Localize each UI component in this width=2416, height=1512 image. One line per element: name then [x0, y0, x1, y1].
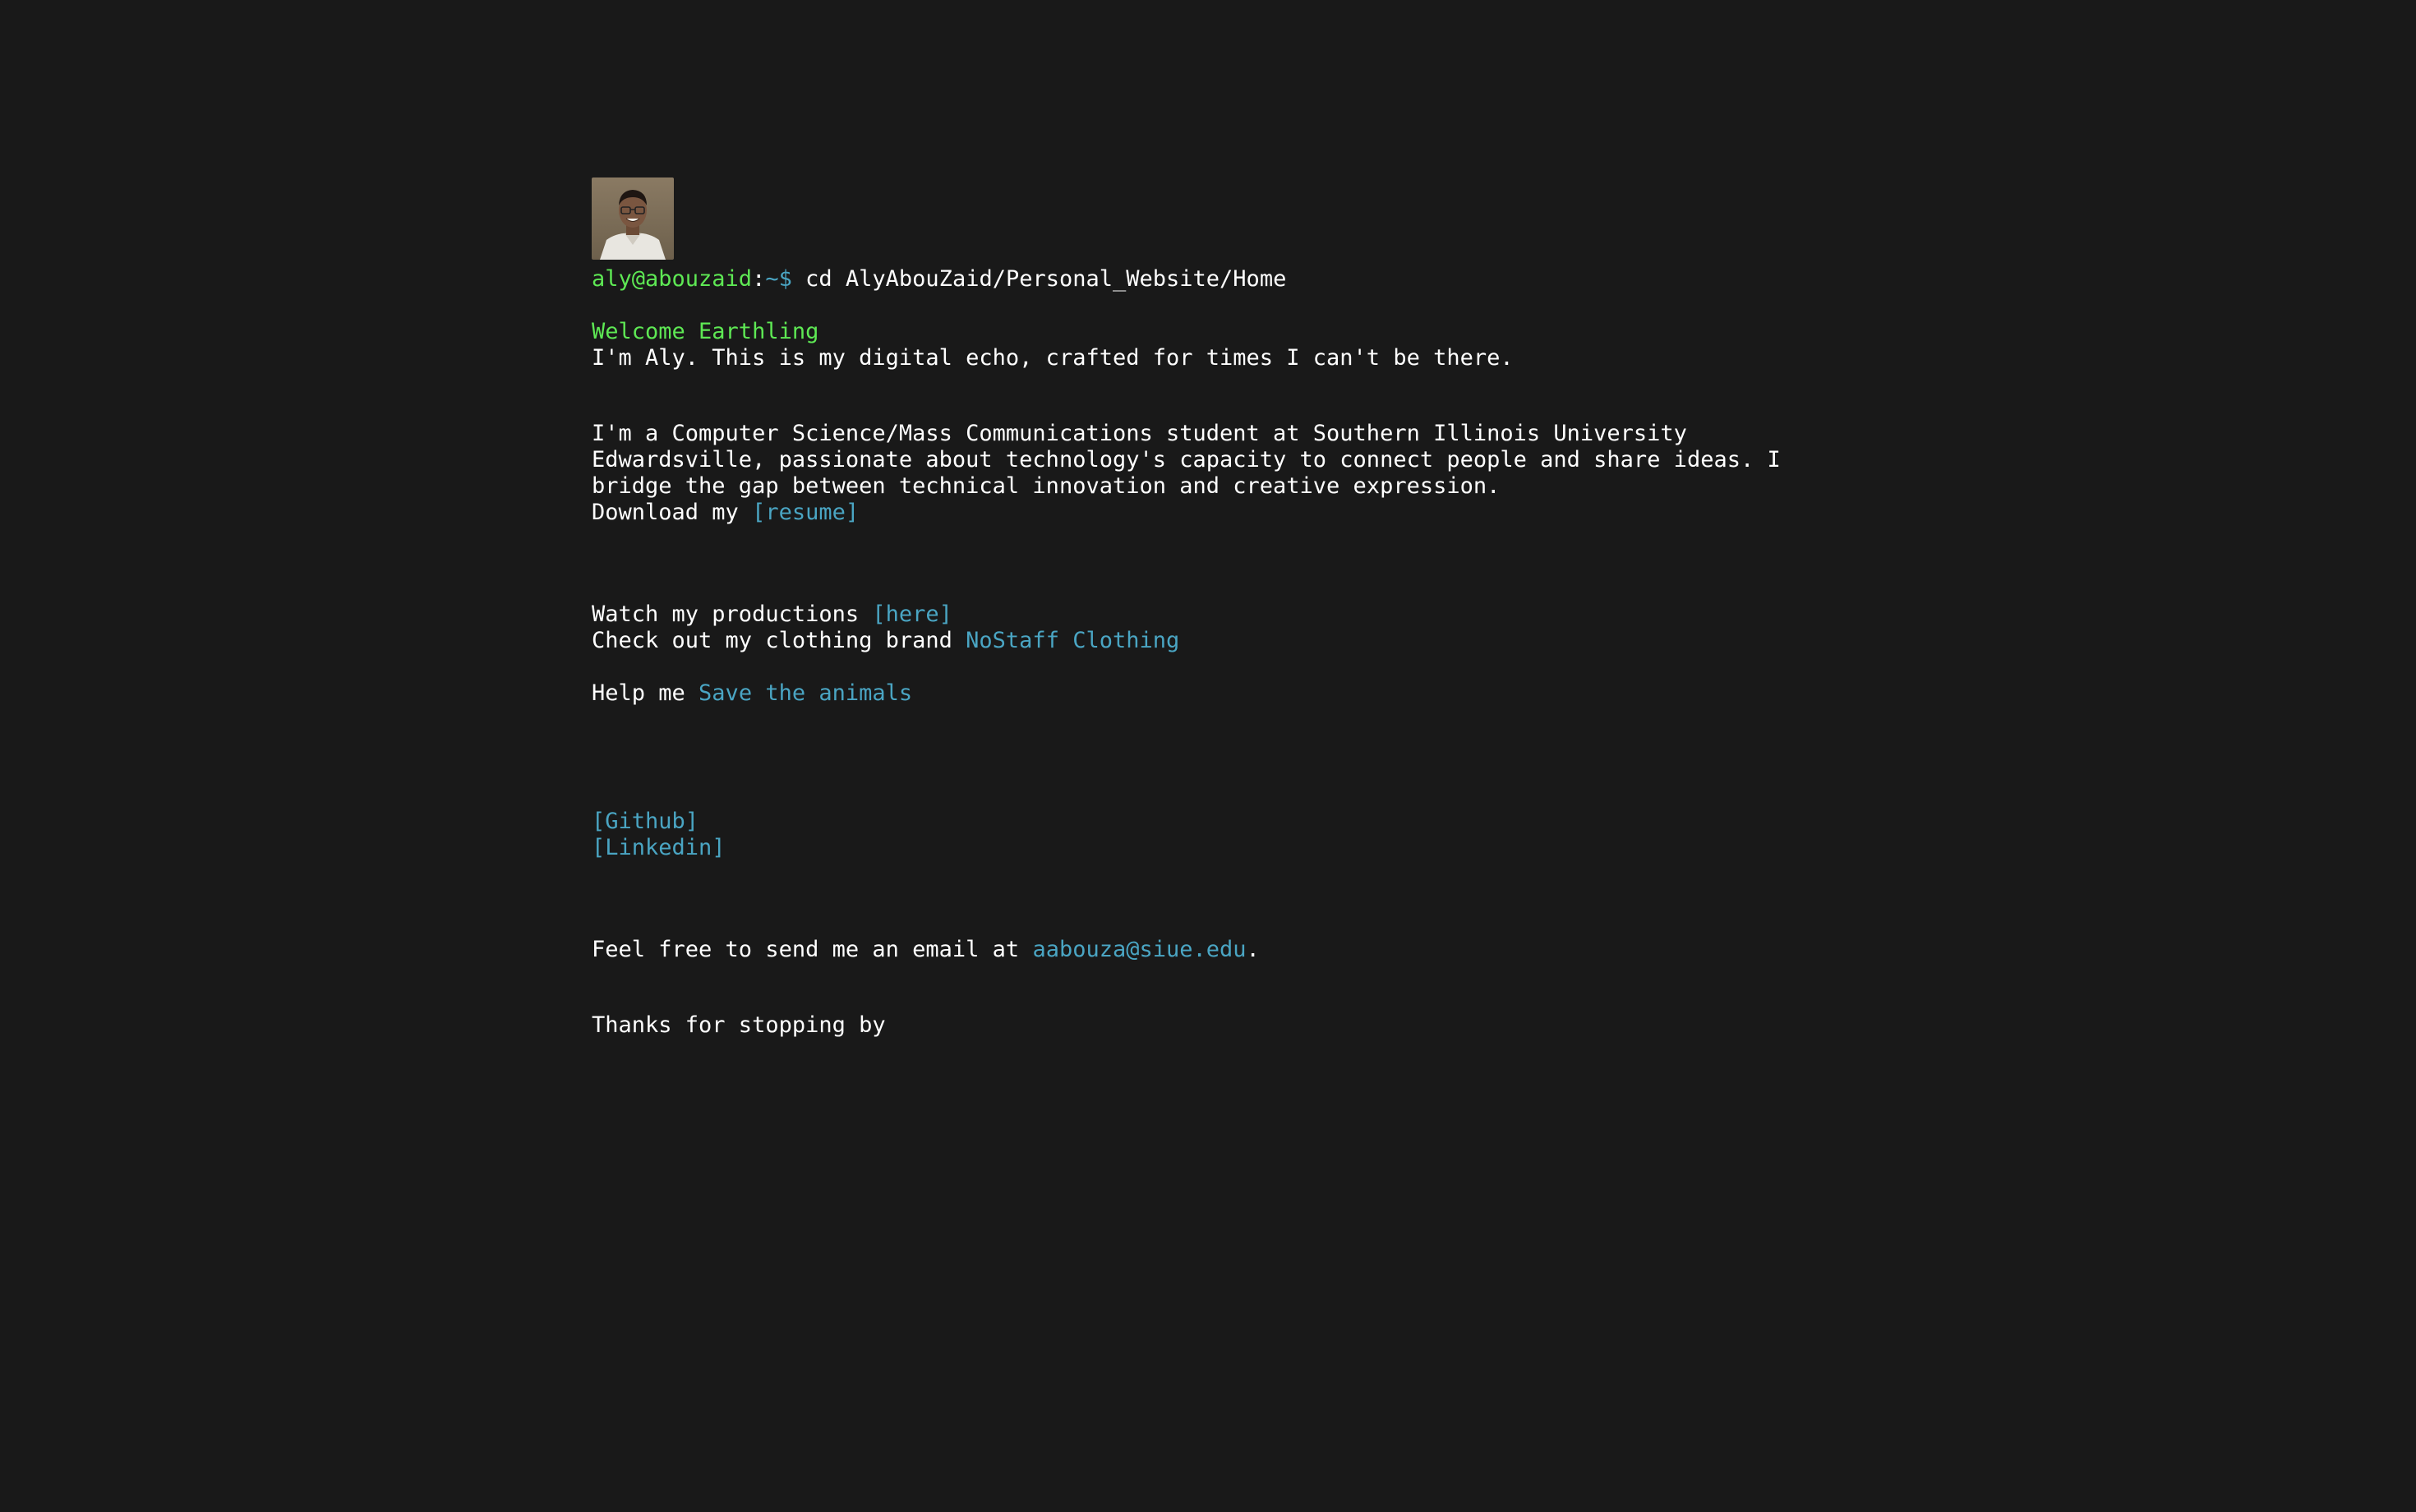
resume-prefix: Download my: [592, 500, 753, 525]
command-text: cd AlyAbouZaid/Personal_Website/Home: [791, 266, 1287, 292]
linkedin-line: [Linkedin]: [592, 835, 1841, 861]
avatar-image: [592, 177, 674, 260]
productions-line: Watch my productions [here]: [592, 602, 1841, 628]
clothing-link[interactable]: NoStaff Clothing: [966, 628, 1179, 653]
avatar: [592, 177, 674, 260]
clothing-line: Check out my clothing brand NoStaff Clot…: [592, 628, 1841, 654]
prompt-path: ~: [765, 266, 779, 292]
contact-suffix: .: [1246, 937, 1260, 962]
animals-link[interactable]: Save the animals: [699, 680, 912, 706]
github-link[interactable]: [Github]: [592, 809, 699, 834]
terminal-container: aly@abouzaid:~$ cd AlyAbouZaid/Personal_…: [592, 177, 1841, 1039]
welcome-heading: Welcome Earthling: [592, 319, 819, 344]
animals-line: Help me Save the animals: [592, 680, 1841, 707]
animals-prefix: Help me: [592, 680, 699, 706]
email-link[interactable]: aabouza@siue.edu: [1032, 937, 1246, 962]
command-line: aly@abouzaid:~$ cd AlyAbouZaid/Personal_…: [592, 266, 1841, 293]
github-line: [Github]: [592, 809, 1841, 835]
resume-line: Download my [resume]: [592, 500, 1841, 526]
productions-link[interactable]: [here]: [872, 602, 952, 627]
prompt-user: aly@abouzaid: [592, 266, 753, 292]
contact-prefix: Feel free to send me an email at: [592, 937, 1033, 962]
resume-link[interactable]: [resume]: [752, 500, 859, 525]
productions-prefix: Watch my productions: [592, 602, 873, 627]
linkedin-link[interactable]: [Linkedin]: [592, 835, 726, 860]
bio-paragraph: I'm a Computer Science/Mass Communicatio…: [592, 421, 1781, 499]
thanks-text: Thanks for stopping by: [592, 1012, 886, 1038]
contact-line: Feel free to send me an email at aabouza…: [592, 937, 1841, 963]
tagline: I'm Aly. This is my digital echo, crafte…: [592, 345, 1514, 371]
prompt-dollar: $: [778, 266, 792, 292]
prompt-separator: :: [752, 266, 766, 292]
clothing-prefix: Check out my clothing brand: [592, 628, 966, 653]
